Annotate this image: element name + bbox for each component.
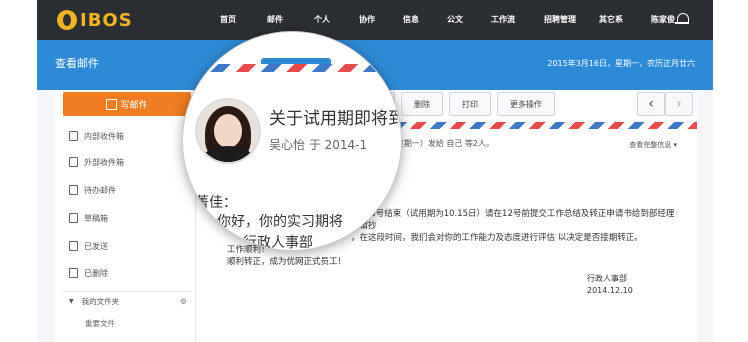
download-icon [69,157,78,167]
sidebar-item-label: 外部收件箱 [84,157,124,167]
full-info-label: 查看完整信息 [629,141,672,149]
user-name[interactable]: 陈家俊 [651,0,675,40]
signature-date: 2014.12.10 [587,286,633,295]
zoomed-body-line: 你好，你的实习期将 [217,214,343,230]
print-button[interactable]: 打印 [449,92,491,116]
nav-other[interactable]: 其它系 [591,0,631,40]
ibos-logo[interactable]: IBOS [57,8,133,32]
zoomed-signature: 行政人事部 [243,235,313,251]
sidebar-item-internal-inbox[interactable]: 内部收件箱 [69,126,124,146]
sidebar-item-label: 内部收件箱 [84,131,124,141]
avatar-body [203,146,253,162]
more-actions-button[interactable]: 更多操作 [497,92,555,116]
caret-down-icon: ▾ [673,141,677,149]
next-mail-button[interactable]: › [665,92,693,116]
sidebar-item-deleted[interactable]: 已删除 [69,263,108,283]
left-margin [0,0,37,342]
draft-icon [69,213,78,223]
sidebar-item-label: 已删除 [84,268,108,278]
sidebar-item-sent[interactable]: 已发送 [69,236,108,256]
prev-mail-button[interactable]: ‹ [637,92,665,116]
nav-home[interactable]: 首页 [205,0,251,40]
sidebar-item-drafts[interactable]: 草稿箱 [69,208,108,228]
nav-info[interactable]: 信息 [389,0,433,40]
my-folders-header[interactable]: ▼ 我的文件夹 ⚙ [63,291,191,310]
logo-icon [57,10,77,30]
mail-greeting: 菁佳： [195,195,237,211]
sidebar-item-label: 草稿箱 [84,213,108,223]
current-date: 2015年3月16日，星期一，农历正月廿六 [547,59,695,68]
body-line: 顺利转正，成为优网正式员工！ [227,257,347,267]
compose-icon [106,98,118,110]
magnifier-zoom: 关于试用期即将到期通知 吴心怡 于 2014-1 菁佳： 你好，你的实习期将 行… [182,31,402,251]
zoomed-envelope-border [183,64,401,72]
nav-workflow[interactable]: 工作流 [477,0,529,40]
page-title: 查看邮件 [55,57,99,70]
sidebar-item-external-inbox[interactable]: 外部收件箱 [69,152,124,172]
nav-recruitment[interactable]: 招聘管理 [529,0,591,40]
app-window: IBOS 首页 邮件 个人 协作 信息 公文 工作流 招聘管理 其它系 陈家俊 … [37,0,713,342]
right-margin [713,0,748,342]
trash-icon [69,268,78,278]
compose-label: 写邮件 [120,100,148,111]
caret-down-icon: ▼ [69,297,74,305]
delete-button[interactable]: 删除 [401,92,443,116]
my-folders-label: 我的文件夹 [81,296,120,306]
signature: 行政人事部 2014.12.10 [587,273,633,297]
avatar-face [214,114,242,148]
nav-collaboration[interactable]: 协作 [345,0,389,40]
top-navigation-bar: IBOS 首页 邮件 个人 协作 信息 公文 工作流 招聘管理 其它系 陈家俊 [37,0,713,40]
compose-button[interactable]: 写邮件 [63,92,191,116]
nav-documents[interactable]: 公文 [433,0,477,40]
sidebar-item-label: 待办邮件 [84,185,116,195]
view-full-info-link[interactable]: 查看完整信息 ▾ [629,140,677,150]
signature-dept: 行政人事部 [587,274,627,283]
bell-icon[interactable] [675,13,689,24]
sidebar-item-label: 已发送 [84,241,108,251]
mail-sidebar: 写邮件 内部收件箱 外部收件箱 待办邮件 草稿箱 已发送 已删除 ▼ 我的文件夹 [55,90,196,342]
send-icon [69,241,78,251]
mail-sender-meta: 吴心怡 于 2014-1 [269,138,368,152]
inbox-icon [69,131,78,141]
avatar [195,98,261,164]
logo-text: IBOS [80,9,133,31]
bookmark-icon [69,185,78,195]
folder-important[interactable]: 重要文件 [85,318,115,329]
sidebar-item-todo[interactable]: 待办邮件 [69,180,116,200]
gear-icon[interactable]: ⚙ [180,297,187,306]
mail-subject: 关于试用期即将到期通知 [269,109,402,129]
